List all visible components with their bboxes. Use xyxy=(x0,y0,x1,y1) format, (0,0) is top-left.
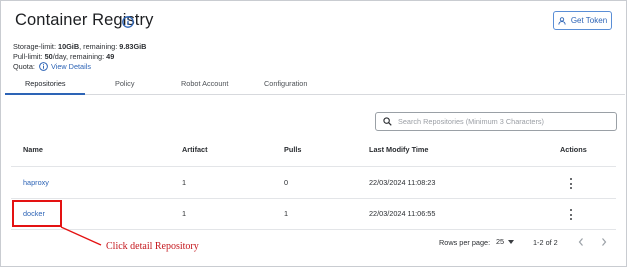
dropdown-arrow-icon xyxy=(508,239,515,244)
column-header-pulls: Pulls xyxy=(284,145,302,154)
search-box[interactable] xyxy=(375,112,617,131)
pull-remaining-value: 49 xyxy=(106,52,115,61)
artifact-count: 1 xyxy=(182,209,187,218)
tab-robot-account[interactable]: Robot Account xyxy=(181,79,228,88)
column-header-actions: Actions xyxy=(560,145,587,154)
table-divider xyxy=(11,166,616,167)
rows-per-page-label: Rows per page: xyxy=(439,238,491,247)
pull-limit: Pull-limit: 50/day, remaining: 49 xyxy=(13,52,114,61)
more-actions-icon[interactable] xyxy=(568,209,574,220)
search-icon xyxy=(383,117,392,126)
pull-remaining-label: /day, remaining: xyxy=(52,52,107,61)
registry-panel: Container Registry Get Token Storage-lim… xyxy=(0,0,627,267)
last-modify-time: 22/03/2024 11:06:55 xyxy=(369,209,436,218)
quota-label: Quota: xyxy=(13,62,35,71)
repository-name-link[interactable]: haproxy xyxy=(23,178,49,187)
tab-repositories[interactable]: Repositories xyxy=(25,79,66,88)
storage-remaining-label: , remaining: xyxy=(79,42,120,51)
pull-count: 1 xyxy=(284,209,289,218)
artifact-count: 1 xyxy=(182,178,187,187)
rows-per-page-select[interactable]: 25 xyxy=(496,237,515,246)
quota: Quota: View Details xyxy=(13,62,91,71)
table-divider xyxy=(11,198,616,199)
pull-limit-value: 50 xyxy=(44,52,53,61)
column-header-last-modify: Last Modify Time xyxy=(369,145,429,154)
storage-limit-label: Storage-limit: xyxy=(13,42,59,51)
page-range: 1-2 of 2 xyxy=(533,238,558,247)
chevron-left-icon[interactable] xyxy=(577,237,585,247)
active-tab-indicator xyxy=(5,93,85,95)
storage-limit-value: 10GiB xyxy=(58,42,80,51)
info-icon[interactable] xyxy=(122,16,134,28)
storage-limit: Storage-limit: 10GiB, remaining: 9.83GiB xyxy=(13,42,146,51)
view-details-link[interactable]: View Details xyxy=(51,62,91,71)
tab-bar: Repositories Policy Robot Account Config… xyxy=(5,74,625,95)
get-token-label: Get Token xyxy=(570,16,608,25)
last-modify-time: 22/03/2024 11:08:23 xyxy=(369,178,436,187)
pull-count: 0 xyxy=(284,178,289,187)
column-header-name: Name xyxy=(23,145,43,154)
annotation-highlight-box xyxy=(12,200,62,227)
info-icon[interactable] xyxy=(39,62,48,71)
tab-configuration[interactable]: Configuration xyxy=(264,79,307,88)
rows-per-page-value: 25 xyxy=(496,237,505,246)
chevron-right-icon[interactable] xyxy=(600,237,608,247)
user-icon xyxy=(558,16,566,25)
annotation-text: Click detail Repository xyxy=(106,241,199,252)
more-actions-icon[interactable] xyxy=(568,178,574,189)
search-input[interactable] xyxy=(398,117,608,126)
pull-limit-label: Pull-limit: xyxy=(13,52,45,61)
table-divider xyxy=(11,229,616,230)
annotation-arrow-line xyxy=(60,226,102,246)
get-token-button[interactable]: Get Token xyxy=(553,11,612,30)
column-header-artifact: Artifact xyxy=(182,145,208,154)
tab-policy[interactable]: Policy xyxy=(115,79,134,88)
storage-remaining-value: 9.83GiB xyxy=(119,42,147,51)
